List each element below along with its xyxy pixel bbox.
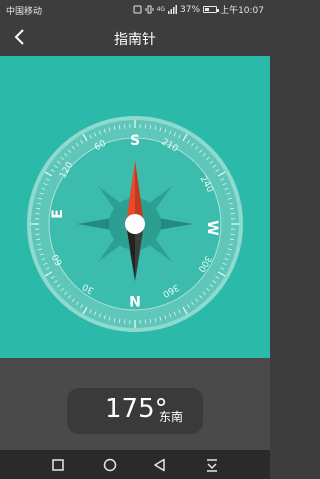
- page-title: 指南针: [114, 32, 156, 48]
- notification-shade-button[interactable]: [203, 456, 221, 474]
- carrier-label: 中国移动: [6, 7, 43, 17]
- title-bar: 指南针: [0, 19, 270, 56]
- recent-apps-button[interactable]: [49, 456, 67, 474]
- cardinal-n: N: [129, 292, 141, 308]
- pull-down-icon: [207, 459, 217, 472]
- cardinal-w: W: [204, 220, 220, 235]
- nfc-icon: [133, 5, 142, 14]
- battery-fill: [205, 8, 209, 11]
- back-nav-button[interactable]: [151, 456, 169, 474]
- circle-icon: [103, 458, 117, 472]
- network-type-label: 4G: [156, 6, 166, 13]
- cardinal-s: S: [130, 133, 140, 149]
- reading-area: 175° 东南: [0, 358, 270, 450]
- system-nav-bar: [0, 450, 270, 479]
- vibrate-icon: [145, 5, 154, 14]
- needle-pivot: [125, 214, 145, 234]
- clock: 上午10:07: [220, 6, 264, 16]
- heading-direction: 东南: [159, 410, 184, 424]
- compass-area: S N E W 60 210 120 240 60 300 30 360: [0, 56, 270, 358]
- compass-dial: S N E W 60 210 120 240 60 300 30 360: [27, 116, 243, 332]
- battery-percent: 37%: [180, 4, 201, 15]
- triangle-left-icon: [154, 458, 165, 472]
- cardinal-e: E: [50, 209, 66, 219]
- square-icon: [52, 459, 64, 471]
- status-bar: 中国移动 4G 37% 上午10:07: [0, 0, 270, 19]
- status-icons: 4G 37% 上午10:07: [133, 3, 264, 16]
- reading-panel: 175° 东南: [67, 388, 203, 434]
- battery-icon: [203, 6, 220, 13]
- home-button[interactable]: [101, 456, 119, 474]
- signal-icon: [168, 5, 178, 14]
